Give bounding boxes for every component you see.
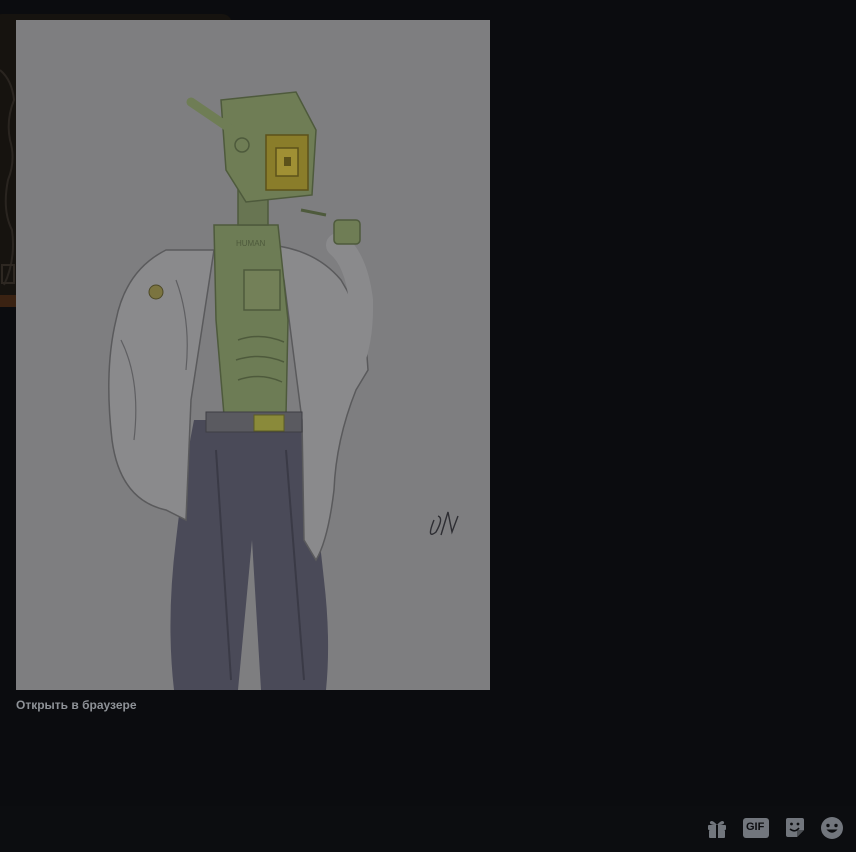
gif-button[interactable]: GIF (742, 814, 770, 842)
gift-button[interactable] (703, 814, 731, 842)
sticker-button[interactable] (781, 814, 809, 842)
gif-label: GIF (746, 821, 765, 833)
image-lightbox-overlay[interactable]: HUMAN Открыть в браузере GIF (0, 0, 856, 852)
emoji-button[interactable] (818, 814, 846, 842)
sticker-icon (786, 818, 804, 837)
open-in-browser-link[interactable]: Открыть в браузере (16, 698, 137, 712)
message-composer: GIF (0, 806, 856, 852)
emoji-icon (821, 817, 843, 839)
gift-icon (708, 821, 726, 838)
lightbox-image[interactable]: HUMAN (16, 20, 490, 690)
robot-sketch-illustration: HUMAN (16, 20, 490, 690)
message-input[interactable] (0, 806, 690, 852)
svg-text:HUMAN: HUMAN (236, 239, 266, 248)
